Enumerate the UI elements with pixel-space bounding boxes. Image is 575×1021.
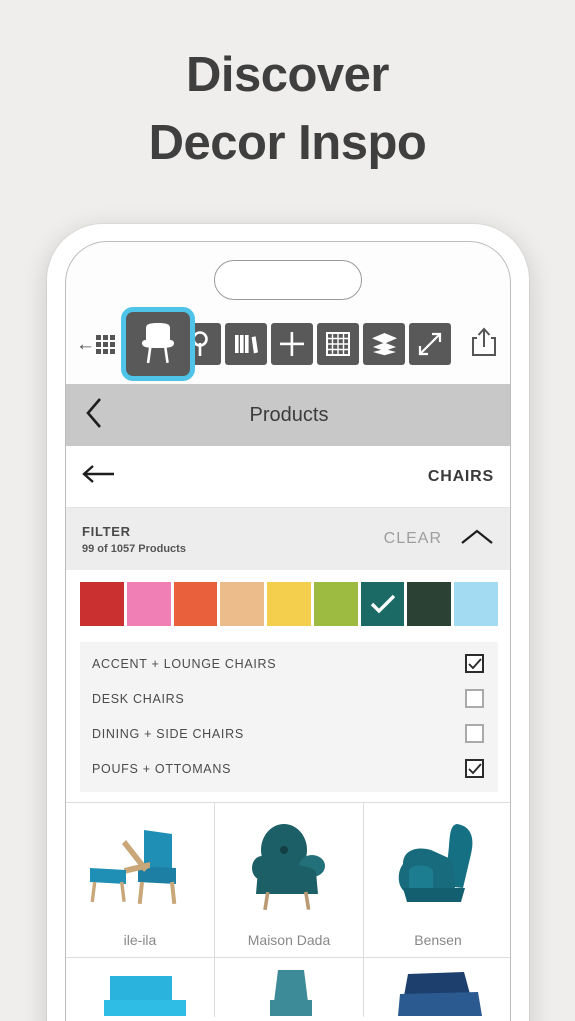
product-grid: ile-ila Maison Dada Bensen [66, 802, 510, 1017]
check-icon [467, 762, 482, 774]
nav-title: Products [249, 403, 329, 426]
chair-tool-button[interactable] [121, 307, 195, 381]
filter-count: 99 of 1057 Products [82, 542, 186, 555]
dots-grid-icon [96, 334, 115, 354]
category-label: ACCENT + LOUNGE CHAIRS [92, 656, 277, 671]
subnav-back-button[interactable] [82, 463, 116, 490]
color-swatch-row [66, 570, 510, 638]
category-row-desk-chairs[interactable]: DESK CHAIRS [80, 681, 498, 716]
category-label: DINING + SIDE CHAIRS [92, 726, 244, 741]
product-card-partial-3[interactable] [364, 957, 510, 1017]
product-row-partial [66, 957, 510, 1017]
phone-device: ← Products CHAIRS FILTER 99 of 1057 Prod… [47, 224, 529, 1021]
collapse-filter-button[interactable] [460, 527, 494, 552]
product-image [364, 803, 510, 932]
phone-screen: ← Products CHAIRS FILTER 99 of 1057 Prod… [65, 241, 511, 1021]
product-card-maison-dada[interactable]: Maison Dada [215, 802, 364, 957]
check-icon [467, 657, 482, 669]
category-filter-panel: ACCENT + LOUNGE CHAIRS DESK CHAIRS DININ… [80, 642, 498, 792]
product-card-partial-2[interactable] [215, 957, 364, 1017]
page-title: Discover Decor Inspo [0, 42, 575, 177]
product-card-ile-ila[interactable]: ile-ila [66, 802, 215, 957]
category-checkbox[interactable] [465, 689, 484, 708]
dynamic-island [214, 260, 362, 300]
product-name: ile-ila [123, 932, 157, 948]
category-row-poufs-ottomans[interactable]: POUFS + OTTOMANS [80, 751, 498, 786]
add-tool-button[interactable] [271, 323, 313, 365]
swatch-pink[interactable] [126, 582, 171, 626]
filter-actions: CLEAR [384, 527, 494, 552]
library-tool-button[interactable] [225, 323, 267, 365]
back-arrow-grid-icon[interactable]: ← [76, 333, 115, 355]
headline-line-2: Decor Inspo [148, 115, 427, 170]
swatch-yellow[interactable] [267, 582, 311, 626]
plus-icon [279, 331, 305, 357]
swatch-teal[interactable] [360, 582, 405, 626]
chairs-sub-bar: CHAIRS [66, 446, 510, 508]
books-icon [233, 332, 259, 356]
category-checkbox[interactable] [465, 759, 484, 778]
swatch-tan[interactable] [220, 582, 265, 626]
subnav-title: CHAIRS [427, 467, 494, 485]
check-icon [370, 594, 395, 614]
category-row-dining-side-chairs[interactable]: DINING + SIDE CHAIRS [80, 716, 498, 751]
filter-info: FILTER 99 of 1057 Products [82, 524, 186, 555]
product-card-bensen[interactable]: Bensen [364, 802, 510, 957]
swatch-dark-green[interactable] [407, 582, 452, 626]
category-label: DESK CHAIRS [92, 691, 185, 706]
product-image [66, 803, 214, 932]
app-content: Products CHAIRS FILTER 99 of 1057 Produc… [66, 384, 510, 1021]
product-name: Bensen [414, 932, 462, 948]
arrow-left-glyph: ← [76, 333, 95, 355]
products-nav-bar: Products [66, 384, 510, 446]
swatch-olive[interactable] [313, 582, 358, 626]
chair-icon [135, 322, 181, 366]
product-card-partial-1[interactable] [66, 957, 215, 1017]
headline-line-1: Discover [185, 48, 390, 102]
grid-tool-button[interactable] [317, 323, 359, 365]
clear-filter-button[interactable]: CLEAR [384, 530, 442, 548]
category-label: POUFS + OTTOMANS [92, 761, 232, 776]
category-row-accent-lounge-chairs[interactable]: ACCENT + LOUNGE CHAIRS [80, 646, 498, 681]
grid-icon [326, 332, 350, 356]
app-toolbar: ← [66, 304, 510, 384]
product-name: Maison Dada [247, 932, 331, 948]
share-button[interactable] [463, 323, 505, 365]
product-image [66, 958, 214, 1017]
filter-bar: FILTER 99 of 1057 Products CLEAR [66, 508, 510, 570]
layers-icon [371, 332, 398, 356]
category-checkbox[interactable] [465, 654, 484, 673]
category-checkbox[interactable] [465, 724, 484, 743]
layers-tool-button[interactable] [363, 323, 405, 365]
swatch-light-blue[interactable] [454, 582, 499, 626]
product-image [364, 958, 510, 1017]
expand-arrows-icon [417, 331, 443, 357]
expand-tool-button[interactable] [409, 323, 451, 365]
swatch-orange[interactable] [173, 582, 218, 626]
filter-title: FILTER [82, 523, 131, 539]
swatch-red[interactable] [80, 582, 124, 626]
product-image [215, 803, 363, 932]
promo-page: Discover Decor Inspo ← Products CHAIRS F… [0, 0, 575, 1021]
share-icon [471, 327, 497, 362]
product-image [215, 958, 363, 1017]
product-row: ile-ila Maison Dada Bensen [66, 802, 510, 957]
